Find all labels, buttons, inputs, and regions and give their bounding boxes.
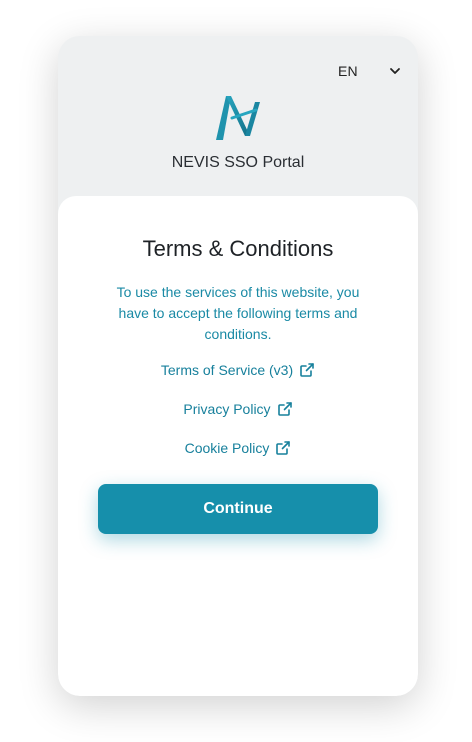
login-card: EN NEVIS SSO Portal Terms & Conditions T… [58,36,418,696]
language-selector[interactable]: EN [338,60,402,82]
continue-button[interactable]: Continue [98,484,378,534]
external-link-icon [275,440,291,456]
cookie-policy-link[interactable]: Cookie Policy [58,437,418,459]
terms-panel: Terms & Conditions To use the services o… [58,196,418,696]
terms-intro-text: To use the services of this website, you… [116,284,360,342]
link-label: Privacy Policy [183,401,271,417]
link-label: Terms of Service (v3) [160,362,294,378]
terms-of-service-link[interactable]: Terms of Service (v3) [58,359,418,381]
terms-heading: Terms & Conditions [142,236,334,261]
nevis-logo-icon [212,88,264,144]
language-label: EN [338,63,358,79]
portal-title: NEVIS SSO Portal [171,154,305,171]
privacy-policy-link[interactable]: Privacy Policy [58,398,418,420]
link-label: Cookie Policy [184,440,270,456]
external-link-icon [277,401,293,417]
external-link-icon [299,362,315,378]
chevron-down-icon [388,64,402,78]
